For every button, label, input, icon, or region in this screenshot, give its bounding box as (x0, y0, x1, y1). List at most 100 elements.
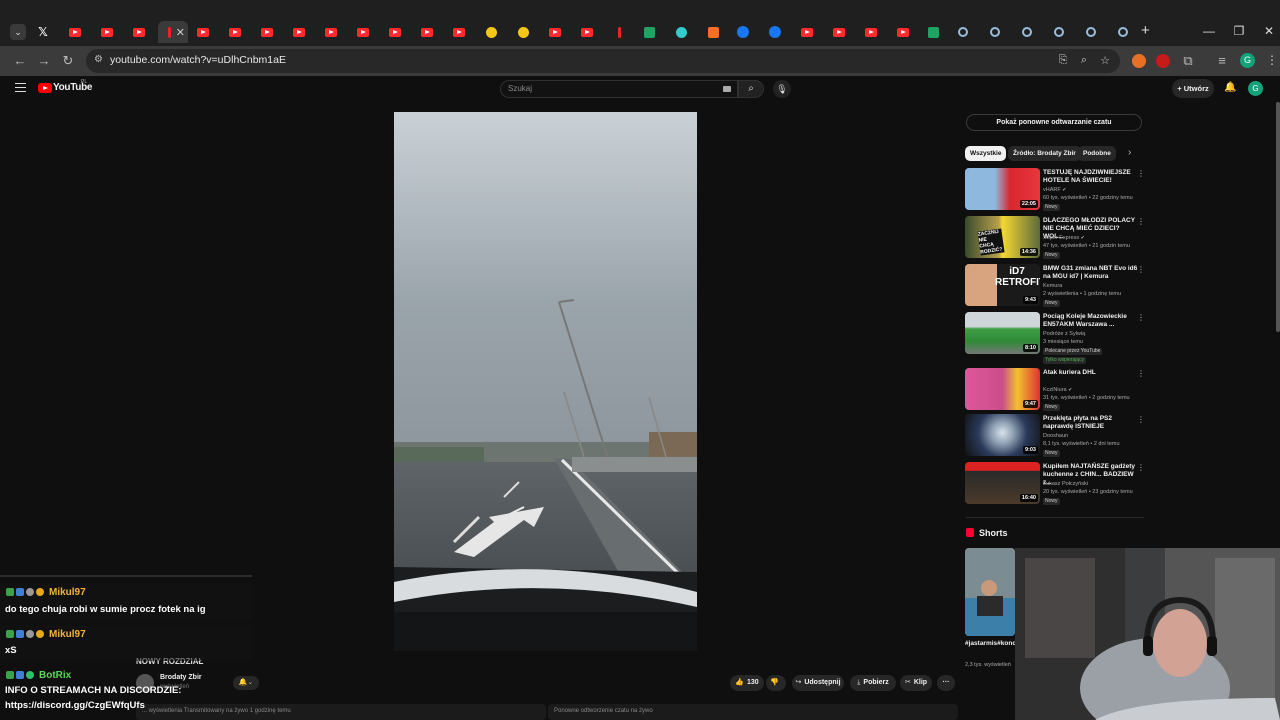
tab-youtube[interactable] (316, 24, 346, 40)
tab-other[interactable] (666, 24, 696, 40)
more-options-icon[interactable]: ⋮ (1137, 217, 1145, 226)
more-options-icon[interactable]: ⋮ (1137, 463, 1145, 472)
restore-button[interactable]: ❐ (1230, 23, 1248, 39)
notifications-bell-icon[interactable]: 🔔 (1224, 82, 1236, 93)
install-app-icon[interactable]: ⎘ (1056, 54, 1070, 68)
video-channel[interactable]: Kemura (1043, 283, 1062, 289)
tab-youtube[interactable] (188, 24, 218, 40)
video-thumbnail[interactable]: 9:03 (965, 414, 1040, 456)
video-thumbnail[interactable]: 8:10 (965, 312, 1040, 354)
video-thumbnail[interactable]: 9:47 (965, 368, 1040, 410)
video-channel[interactable]: Łukasz Połczyński (1043, 481, 1088, 487)
clip-button[interactable]: ✂ Klip (900, 675, 932, 691)
short-thumbnail[interactable] (965, 548, 1015, 636)
recommendation-item[interactable]: 8:10 Pociąg Koleje Mazowieckie EN57AKM W… (965, 312, 1145, 366)
account-avatar[interactable]: G (1248, 81, 1263, 96)
tab-facebook[interactable] (760, 24, 790, 40)
tab-sheets[interactable] (634, 24, 664, 40)
video-channel[interactable]: Dooshaun (1043, 433, 1068, 439)
tab-facebook[interactable] (728, 24, 758, 40)
browser-menu-icon[interactable]: ⋮ (1266, 53, 1278, 67)
tab-youtube[interactable] (284, 24, 314, 40)
minimize-button[interactable]: — (1200, 23, 1218, 39)
video-thumbnail[interactable]: 16:40 (965, 462, 1040, 504)
site-info-icon[interactable]: ⚙ (94, 54, 106, 66)
address-bar[interactable]: ⚙ youtube.com/watch?v=uDlhCnbm1aE ⎘ ⌕ ☆ (86, 49, 1120, 73)
video-title[interactable]: Przeklęta płyta na PS2 naprawdę ISTNIEJE (1043, 415, 1139, 431)
video-thumbnail[interactable]: iD7 RETROFIT 9:43 (965, 264, 1040, 306)
video-thumbnail[interactable]: 22:05 (965, 168, 1040, 210)
tab-youtube[interactable] (380, 24, 410, 40)
chip-all[interactable]: Wszystkie (965, 146, 1007, 161)
page-scrollbar[interactable] (1276, 102, 1280, 332)
tab-other[interactable] (604, 24, 634, 40)
tab-youtube[interactable] (792, 24, 822, 40)
voice-search-icon[interactable]: 🎙 (773, 80, 791, 98)
tab-gemini[interactable] (1044, 24, 1074, 40)
more-options-icon[interactable]: ⋮ (1137, 415, 1145, 424)
dislike-button[interactable]: 👎 (766, 675, 786, 691)
tab-gemini[interactable] (1108, 24, 1138, 40)
tab-gemini[interactable] (948, 24, 978, 40)
tab-youtube[interactable] (348, 24, 378, 40)
download-button[interactable]: ⤓ Pobierz (850, 675, 896, 691)
tab-youtube[interactable] (824, 24, 854, 40)
extensions-puzzle-icon[interactable]: ⧉ (1180, 53, 1196, 69)
recommendation-item[interactable]: 22:05 TESTUJĘ NAJDZIWNIEJSZE HOTELE NA Ś… (965, 168, 1145, 212)
recommendation-item[interactable]: 9:47 Atak kuriera DHL KcziNiura ✔ 31 tys… (965, 368, 1145, 412)
youtube-logo-icon[interactable] (38, 83, 52, 93)
tab-youtube[interactable] (252, 24, 282, 40)
more-options-icon[interactable]: ⋮ (1137, 265, 1145, 274)
more-actions-button[interactable]: ··· (937, 675, 955, 691)
tab-youtube[interactable] (572, 24, 602, 40)
extension-icon[interactable] (1156, 54, 1170, 68)
url-text[interactable]: youtube.com/watch?v=uDlhCnbm1aE (110, 54, 286, 66)
short-title[interactable]: #jastarmis#koncert#ody... (965, 640, 1044, 648)
recommendation-item[interactable]: iD7 RETROFIT 9:43 BMW G31 zmiana NBT Evo… (965, 264, 1145, 308)
tab-other[interactable] (508, 24, 538, 40)
recommendation-item[interactable]: ZACZNIJ NIE CHCĄ RODZIĆ? 14:36 DLACZEGO … (965, 216, 1145, 260)
tab-youtube[interactable] (540, 24, 570, 40)
search-button[interactable]: ⌕ (738, 80, 764, 98)
tab-gemini[interactable] (1076, 24, 1106, 40)
video-channel[interactable]: vHARF ✔ (1043, 187, 1066, 193)
more-options-icon[interactable]: ⋮ (1137, 369, 1145, 378)
close-window-button[interactable]: ✕ (1260, 23, 1278, 39)
back-button[interactable]: ← (12, 53, 28, 69)
extension-icon[interactable] (1132, 54, 1146, 68)
tab-youtube[interactable] (92, 24, 122, 40)
video-title[interactable]: BMW G31 zmiana NBT Evo id6 na MGU id7 | … (1043, 265, 1139, 281)
tab-youtube[interactable] (60, 24, 90, 40)
more-options-icon[interactable]: ⋮ (1137, 169, 1145, 178)
chat-link[interactable]: https://discord.gg/CzgEWfqUfs (5, 700, 145, 711)
video-channel[interactable]: Podróże z Sylwią (1043, 331, 1085, 337)
recommendation-item[interactable]: 16:40 Kupiłem NAJTAŃSZE gadżety kuchenne… (965, 462, 1145, 506)
share-button[interactable]: ↪ Udostępnij (792, 675, 844, 691)
tab-youtube[interactable] (444, 24, 474, 40)
hamburger-menu-icon[interactable] (15, 83, 26, 92)
tab-x[interactable]: 𝕏 (28, 24, 58, 40)
zoom-icon[interactable]: ⌕ (1077, 54, 1091, 68)
tab-search-button[interactable]: ⌄ (10, 24, 26, 40)
search-input[interactable]: Szukaj (500, 80, 738, 98)
reload-button[interactable]: ↻ (60, 53, 76, 69)
tab-youtube[interactable] (124, 24, 154, 40)
close-tab-icon[interactable]: ✕ (176, 26, 185, 39)
tab-gemini[interactable] (1012, 24, 1042, 40)
chevron-right-icon[interactable]: › (1128, 147, 1131, 158)
video-title[interactable]: Atak kuriera DHL (1043, 369, 1139, 377)
video-title[interactable]: Pociąg Koleje Mazowieckie EN57AKM Warsza… (1043, 313, 1139, 329)
chip-source[interactable]: Źródło: Brodaty Zbir (1008, 146, 1081, 161)
profile-avatar[interactable]: G (1240, 53, 1255, 68)
forward-button[interactable]: → (36, 53, 52, 69)
tab-youtube[interactable] (412, 24, 442, 40)
tab-youtube[interactable] (220, 24, 250, 40)
tab-youtube[interactable] (856, 24, 886, 40)
tab-gemini[interactable] (980, 24, 1010, 40)
chat-replay-strip[interactable]: Ponowne odtworzenie czatu na żywo (548, 704, 958, 720)
tab-other[interactable] (698, 24, 728, 40)
tab-other[interactable] (476, 24, 506, 40)
video-title[interactable]: TESTUJĘ NAJDZIWNIEJSZE HOTELE NA ŚWIECIE… (1043, 169, 1139, 185)
create-button[interactable]: + Utwórz (1172, 79, 1214, 98)
video-channel[interactable]: KcziNiura ✔ (1043, 387, 1072, 393)
